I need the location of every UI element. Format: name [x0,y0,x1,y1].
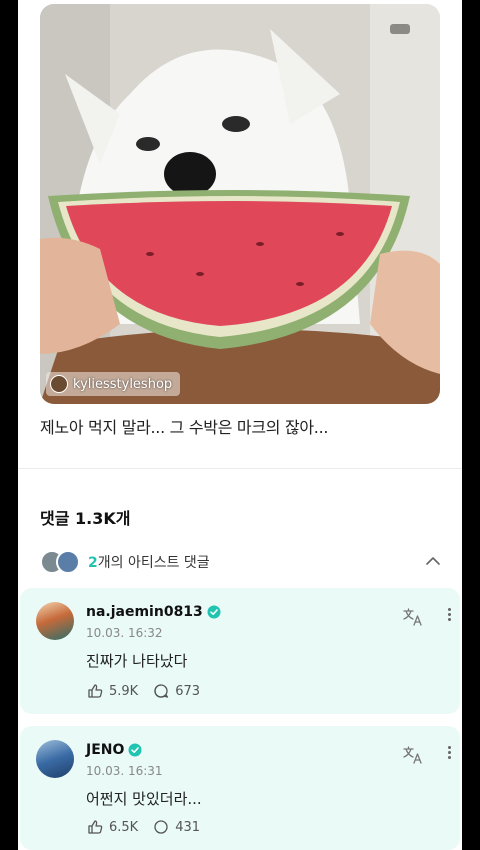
artist-avatar-2 [56,550,80,574]
translate-icon[interactable] [402,606,424,628]
comment-text: 진짜가 나타났다 [86,652,188,670]
reply-icon [154,684,169,698]
avatar[interactable] [36,740,74,778]
more-vertical-icon[interactable] [446,744,452,764]
comment-timestamp: 10.03. 16:32 [86,626,163,640]
post-image[interactable]: kyliesstyleshop [40,4,440,404]
like-button[interactable]: 6.5K [86,818,138,836]
like-icon [88,684,103,698]
artist-label-suffix: 개의 아티스트 댓글 [97,555,210,571]
artist-count: 2 [88,555,98,571]
avatar[interactable] [36,602,74,640]
like-icon [88,820,103,834]
comment-stats: 5.9K 673 [86,682,200,700]
comment-stats: 6.5K 431 [86,818,200,836]
like-count: 5.9K [109,683,139,699]
like-count: 6.5K [109,819,139,835]
source-handle: kyliesstyleshop [73,376,173,392]
reply-button[interactable]: 673 [152,682,200,700]
chevron-up-icon[interactable] [424,552,442,570]
comment-header: na.jaemin0813 [86,604,221,620]
reply-icon [154,820,168,834]
reply-count: 673 [175,683,201,699]
divider [18,468,462,469]
comment-timestamp: 10.03. 16:31 [86,764,163,778]
verified-badge-icon [128,743,142,757]
like-button[interactable]: 5.9K [86,682,138,700]
translate-icon[interactable] [402,744,424,766]
more-vertical-icon[interactable] [446,606,452,626]
source-tag[interactable]: kyliesstyleshop [46,372,181,396]
source-avatar [50,375,68,393]
comment-username[interactable]: JENO [86,742,124,758]
comment-text: 어쩐지 맛있더라... [86,790,202,808]
dog-watermelon-photo [40,4,440,404]
comment-header: JENO [86,742,142,758]
artist-comments-label: 2개의 아티스트 댓글 [88,552,210,572]
post-caption: 제노아 먹지 말라... 그 수박은 마크의 잖아... [40,418,329,437]
reply-count: 431 [175,819,201,835]
comment-count: 댓글 1.3K개 [40,509,131,528]
artist-comment-card: JENO 10.03. 16:31 어쩐지 맛있더라... 6.5K 431 [20,726,460,850]
artist-comments-toggle[interactable]: 2개의 아티스트 댓글 [40,548,444,576]
reply-button[interactable]: 431 [152,818,200,836]
verified-badge-icon [207,605,221,619]
comment-username[interactable]: na.jaemin0813 [86,604,203,620]
artist-comment-card: na.jaemin0813 10.03. 16:32 진짜가 나타났다 5.9K… [20,588,460,714]
screen: kyliesstyleshop 제노아 먹지 말라... 그 수박은 마크의 잖… [18,0,462,850]
